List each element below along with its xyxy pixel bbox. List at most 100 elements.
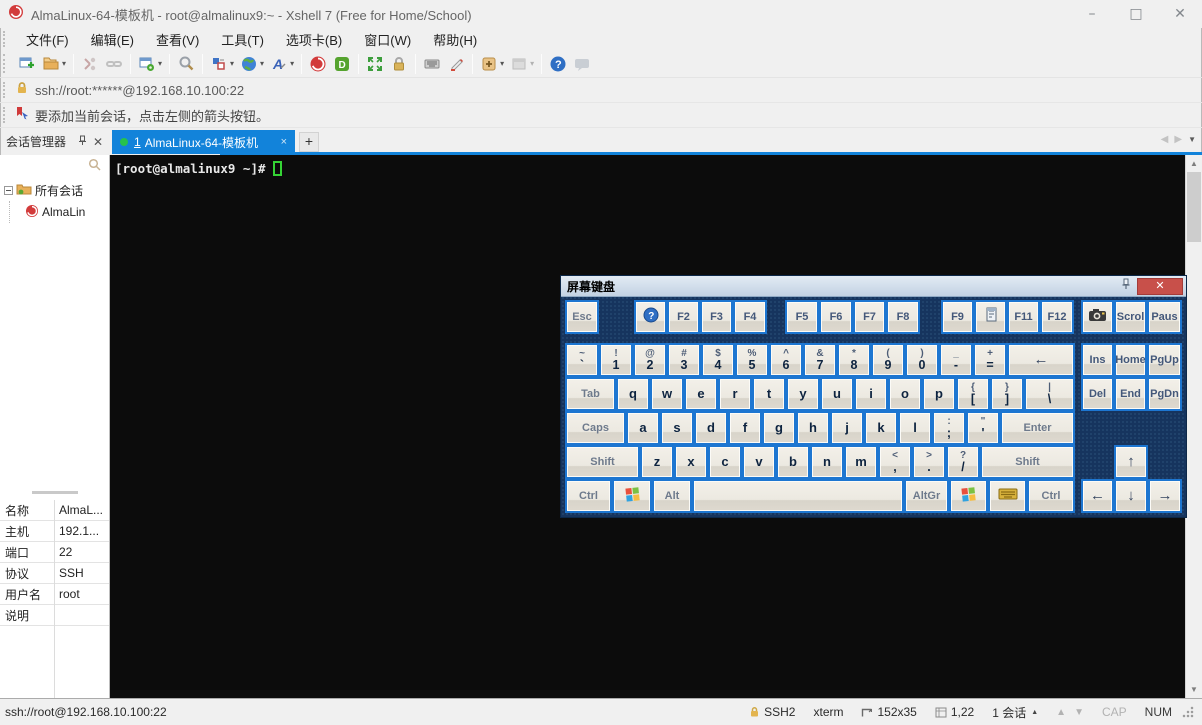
key-f2[interactable]: F2 bbox=[667, 300, 700, 334]
key-bracketright[interactable]: }] bbox=[990, 377, 1024, 411]
key-k[interactable]: k bbox=[864, 411, 898, 445]
key-lshift[interactable]: Shift bbox=[565, 445, 640, 479]
key-menu[interactable] bbox=[988, 479, 1027, 513]
key-quote[interactable]: " ' bbox=[966, 411, 1000, 445]
tab-close-icon[interactable]: × bbox=[281, 136, 287, 148]
tab-scroll-right-icon[interactable]: ▶ bbox=[1174, 134, 1182, 145]
key-scroll-lock[interactable]: Scrol bbox=[1114, 300, 1147, 334]
sidebar-splitter[interactable] bbox=[31, 491, 78, 494]
key-7[interactable]: & 7 bbox=[803, 343, 837, 377]
session-properties-button[interactable]: ▾ bbox=[135, 52, 165, 76]
web-dropdown-icon[interactable]: ▾ bbox=[260, 59, 264, 68]
web-button[interactable]: ▾ bbox=[237, 52, 267, 76]
lock-screen-button[interactable] bbox=[387, 52, 411, 76]
maximize-button[interactable]: □ bbox=[1114, 1, 1158, 27]
key-delete[interactable]: Del bbox=[1081, 377, 1114, 411]
key-c[interactable]: c bbox=[708, 445, 742, 479]
tree-item-all-sessions[interactable]: 所有会话 bbox=[0, 179, 109, 201]
key-a[interactable]: a bbox=[626, 411, 660, 445]
key-pgdn[interactable]: PgDn bbox=[1147, 377, 1182, 411]
new-session-button[interactable] bbox=[15, 52, 39, 76]
key-f8[interactable]: F8 bbox=[886, 300, 920, 334]
key-comma[interactable]: <, bbox=[878, 445, 912, 479]
key-u[interactable]: u bbox=[820, 377, 854, 411]
key-w[interactable]: w bbox=[650, 377, 684, 411]
key-backquote[interactable]: ~ ` bbox=[565, 343, 599, 377]
new-tab-dropdown-icon[interactable]: ▾ bbox=[500, 59, 504, 68]
close-button[interactable]: ✕ bbox=[1158, 1, 1202, 27]
find-button[interactable] bbox=[174, 52, 198, 76]
xshell-button[interactable] bbox=[306, 52, 330, 76]
menu-item-tools[interactable]: 工具(T) bbox=[210, 28, 275, 51]
key-h[interactable]: h bbox=[796, 411, 830, 445]
tab-arrange-dropdown-icon[interactable]: ▾ bbox=[530, 59, 534, 68]
key-1[interactable]: ! 1 bbox=[599, 343, 633, 377]
minimize-button[interactable]: – bbox=[1070, 1, 1114, 27]
menu-item-view[interactable]: 查看(V) bbox=[145, 28, 210, 51]
key-d[interactable]: d bbox=[694, 411, 728, 445]
key-0[interactable]: ) 0 bbox=[905, 343, 939, 377]
tab-almalinux[interactable]: 1 AlmaLinux-64-模板机 × bbox=[112, 130, 295, 154]
font-dropdown-icon[interactable]: ▾ bbox=[290, 59, 294, 68]
address-grip[interactable] bbox=[3, 81, 8, 99]
key-f5[interactable]: F5 bbox=[785, 300, 819, 334]
key-m[interactable]: m bbox=[844, 445, 878, 479]
key-f6[interactable]: F6 bbox=[819, 300, 853, 334]
key-lctrl[interactable]: Ctrl bbox=[565, 479, 612, 513]
menu-item-edit[interactable]: 编辑(E) bbox=[80, 28, 145, 51]
key-left[interactable]: ← bbox=[1081, 479, 1114, 513]
key-n[interactable]: n bbox=[810, 445, 844, 479]
key-4[interactable]: $4 bbox=[701, 343, 735, 377]
scroll-bottom-icon[interactable]: ▼ bbox=[1074, 707, 1084, 718]
key-5[interactable]: % 5 bbox=[735, 343, 769, 377]
menu-item-file[interactable]: 文件(F) bbox=[15, 28, 80, 51]
key-f11[interactable]: F11 bbox=[1007, 300, 1040, 334]
key-period[interactable]: >. bbox=[912, 445, 946, 479]
reconnect-button[interactable] bbox=[102, 52, 126, 76]
key-pgup[interactable]: PgUp bbox=[1147, 343, 1182, 377]
osk-pin-icon[interactable] bbox=[1121, 277, 1131, 295]
key-s[interactable]: s bbox=[660, 411, 694, 445]
osk-close-button[interactable]: ✕ bbox=[1137, 277, 1183, 295]
osk-title-bar[interactable]: 屏幕键盘 ✕ bbox=[561, 276, 1186, 297]
key-altgr[interactable]: AltGr bbox=[904, 479, 949, 513]
key-space[interactable] bbox=[692, 479, 904, 513]
tab-list-dropdown-icon[interactable]: ▼ bbox=[1188, 135, 1196, 144]
new-tab-plus-button[interactable]: + bbox=[299, 132, 319, 152]
toolbar-grip[interactable] bbox=[3, 54, 8, 73]
key-y[interactable]: y bbox=[786, 377, 820, 411]
key-v[interactable]: v bbox=[742, 445, 776, 479]
help-button[interactable]: ? bbox=[546, 52, 570, 76]
key-2[interactable]: @2 bbox=[633, 343, 667, 377]
key-p[interactable]: p bbox=[922, 377, 956, 411]
key-bracketleft[interactable]: {[ bbox=[956, 377, 990, 411]
key-enter[interactable]: Enter bbox=[1000, 411, 1075, 445]
highlight-pen-button[interactable] bbox=[444, 52, 468, 76]
disconnect-button[interactable] bbox=[78, 52, 102, 76]
key-x[interactable]: x bbox=[674, 445, 708, 479]
session-search-icon[interactable] bbox=[88, 158, 101, 176]
key-z[interactable]: z bbox=[640, 445, 674, 479]
key-f[interactable]: f bbox=[728, 411, 762, 445]
key-pause[interactable]: Paus bbox=[1147, 300, 1182, 334]
key-down[interactable]: ↓ bbox=[1114, 479, 1148, 513]
key-backslash[interactable]: | \ bbox=[1024, 377, 1075, 411]
tab-scroll-left-icon[interactable]: ◀ bbox=[1161, 134, 1169, 145]
scrollbar-up-icon[interactable]: ▲ bbox=[1186, 155, 1202, 172]
key-b[interactable]: b bbox=[776, 445, 810, 479]
scrollbar-thumb[interactable] bbox=[1187, 172, 1201, 242]
key-caps[interactable]: Caps bbox=[565, 411, 626, 445]
scroll-top-icon[interactable]: ▲ bbox=[1056, 707, 1066, 718]
key-up[interactable]: ↑ bbox=[1114, 445, 1148, 479]
key-semicolon[interactable]: :; bbox=[932, 411, 966, 445]
key-8[interactable]: * 8 bbox=[837, 343, 871, 377]
key-t[interactable]: t bbox=[752, 377, 786, 411]
address-bar[interactable]: ssh://root:******@192.168.10.100:22 bbox=[0, 78, 1202, 103]
open-session-button[interactable]: ▾ bbox=[39, 52, 69, 76]
key-9[interactable]: (9 bbox=[871, 343, 905, 377]
key-3[interactable]: #3 bbox=[667, 343, 701, 377]
key-f1[interactable]: ? bbox=[634, 300, 667, 334]
key-rwin[interactable] bbox=[949, 479, 988, 513]
key-i[interactable]: i bbox=[854, 377, 888, 411]
tab-arrange-button[interactable]: ▾ bbox=[507, 52, 537, 76]
